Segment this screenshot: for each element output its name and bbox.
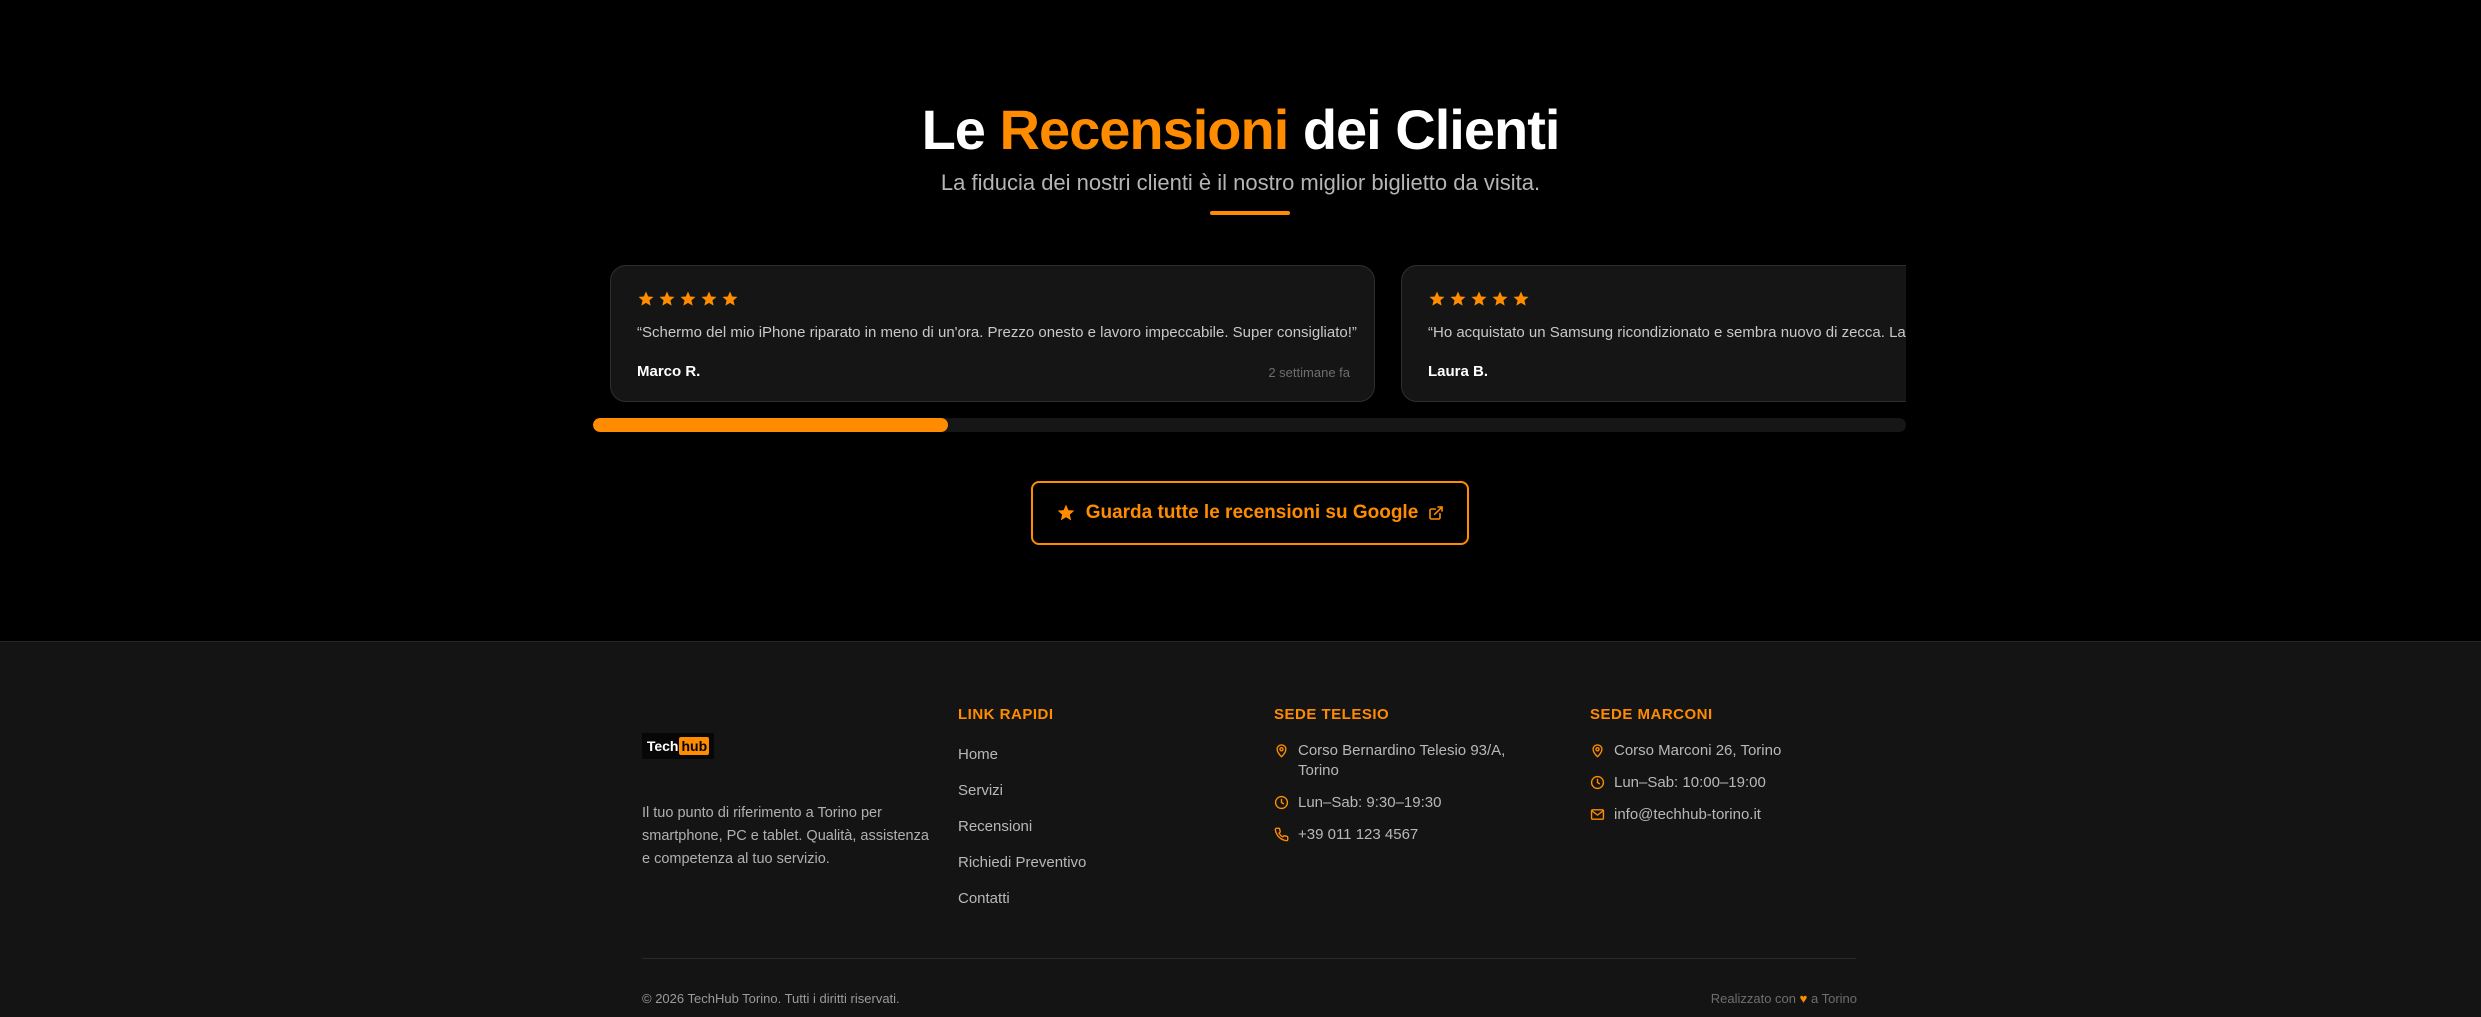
star-icon	[680, 291, 696, 306]
telesio-info: Corso Bernardino Telesio 93/A, Torino Lu…	[1274, 741, 1524, 857]
footer-about: Il tuo punto di riferimento a Torino per…	[642, 805, 929, 867]
marconi-hours-text: Lun–Sab: 10:00–19:00	[1614, 774, 1766, 791]
star-icon	[1513, 291, 1529, 306]
rating-stars	[1428, 290, 1530, 308]
review-date: 2 settimane fa	[1268, 365, 1350, 380]
marconi-address: Corso Marconi 26, Torino	[1590, 741, 1860, 761]
heart-icon: ♥	[1799, 991, 1808, 1006]
marconi-info: Corso Marconi 26, Torino Lun–Sab: 10:00–…	[1590, 741, 1860, 837]
marconi-address-text: Corso Marconi 26, Torino	[1614, 742, 1782, 759]
title-part: dei Clienti	[1302, 98, 1561, 161]
star-icon	[659, 291, 675, 306]
marconi-hours: Lun–Sab: 10:00–19:00	[1590, 773, 1860, 793]
star-icon	[1471, 291, 1487, 306]
title-part: Le	[921, 98, 986, 161]
telesio-phone[interactable]: +39 011 123 4567	[1274, 825, 1524, 845]
section-title: Le Recensioni dei Clienti	[0, 96, 2481, 164]
footer-link-preventivo[interactable]: Richiedi Preventivo	[958, 853, 1086, 889]
review-card: “Ho acquistato un Samsung ricondizionato…	[1401, 265, 1906, 402]
star-icon	[1450, 291, 1466, 306]
footer-divider	[642, 958, 1856, 959]
footer-link-servizi[interactable]: Servizi	[958, 781, 1086, 817]
review-quote: “Ho acquistato un Samsung ricondizionato…	[1428, 324, 1906, 341]
external-link-icon	[1429, 506, 1444, 520]
reviews-carousel[interactable]: “Schermo del mio iPhone riparato in meno…	[593, 262, 1906, 404]
google-reviews-button[interactable]: Guarda tutte le recensioni su Google	[1031, 481, 1469, 545]
mail-icon	[1590, 809, 1605, 820]
footer-link-recensioni[interactable]: Recensioni	[958, 817, 1086, 853]
map-pin-icon	[1276, 744, 1287, 758]
star-icon	[1492, 291, 1508, 306]
review-author: Marco R.	[637, 363, 701, 380]
star-icon	[1057, 504, 1075, 521]
telesio-phone-text: +39 011 123 4567	[1298, 826, 1419, 843]
marconi-title: SEDE MARCONI	[1590, 706, 1713, 723]
map-pin-icon	[1592, 744, 1603, 758]
techhub-logo[interactable]: Tech hub	[642, 733, 714, 759]
logo-text: Tech	[646, 738, 679, 754]
google-reviews-label: Guarda tutte le recensioni su Google	[1085, 502, 1419, 523]
marconi-email-text: info@techhub-torino.it	[1614, 806, 1761, 823]
reviews-section: Le Recensioni dei Clienti La fiducia dei…	[0, 0, 2481, 641]
copyright: © 2026 TechHub Torino. Tutti i diritti r…	[642, 991, 900, 1006]
star-icon	[638, 291, 654, 306]
star-icon	[701, 291, 717, 306]
clock-icon	[1274, 795, 1289, 810]
made-with-love: Realizzato con ♥ a Torino	[1711, 991, 1857, 1006]
footer-link-home[interactable]: Home	[958, 745, 1086, 781]
phone-icon	[1274, 827, 1289, 842]
section-subtitle: La fiducia dei nostri clienti è il nostr…	[940, 170, 1541, 195]
quick-links: Home Servizi Recensioni Richiedi Prevent…	[958, 745, 1086, 925]
site-footer: Tech hub Il tuo punto di riferimento a To…	[0, 641, 2481, 1017]
title-accent: Recensioni	[999, 98, 1290, 161]
telesio-hours: Lun–Sab: 9:30–19:30	[1274, 793, 1524, 813]
made-with-text: Realizzato con	[1710, 991, 1797, 1006]
star-icon	[1429, 291, 1445, 306]
clock-icon	[1590, 775, 1605, 790]
marconi-email[interactable]: info@techhub-torino.it	[1590, 805, 1860, 825]
review-author: Laura B.	[1428, 363, 1489, 380]
logo-text-accent: hub	[679, 737, 710, 755]
carousel-scrollbar-thumb[interactable]	[593, 418, 948, 432]
title-underline	[1210, 211, 1290, 215]
made-in-text: a Torino	[1810, 991, 1857, 1006]
telesio-title: SEDE TELESIO	[1274, 706, 1390, 723]
footer-link-contatti[interactable]: Contatti	[958, 889, 1086, 925]
telesio-address: Corso Bernardino Telesio 93/A, Torino	[1274, 741, 1524, 781]
carousel-scrollbar[interactable]	[593, 418, 1906, 432]
review-quote: “Schermo del mio iPhone riparato in meno…	[637, 324, 1357, 341]
review-card: “Schermo del mio iPhone riparato in meno…	[610, 265, 1375, 402]
telesio-address-text: Corso Bernardino Telesio 93/A, Torino	[1298, 742, 1506, 779]
links-title: LINK RAPIDI	[958, 706, 1054, 723]
star-icon	[722, 291, 738, 306]
rating-stars	[637, 290, 739, 308]
telesio-hours-text: Lun–Sab: 9:30–19:30	[1298, 794, 1442, 811]
